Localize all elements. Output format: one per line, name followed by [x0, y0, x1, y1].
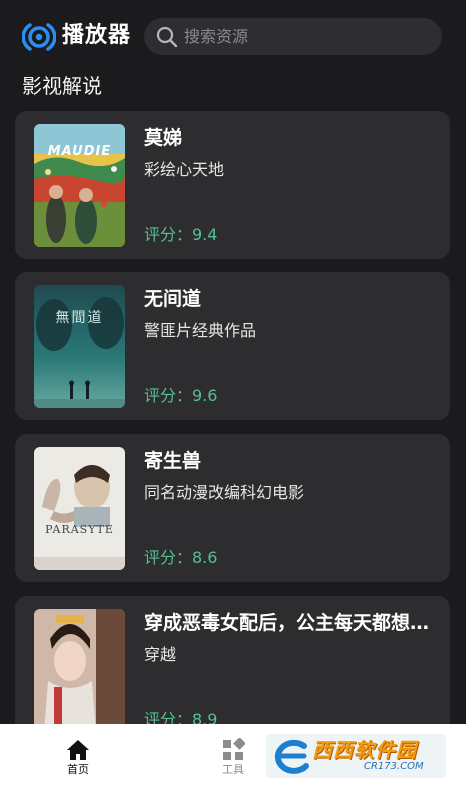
video-card[interactable]: PARASYTE 寄生兽 同名动漫改编科幻电影 评分：8.6 [15, 434, 450, 582]
card-title: 莫娣 [144, 127, 183, 149]
search-placeholder: 搜索资源 [184, 27, 249, 46]
watermark-e-icon [274, 739, 309, 774]
section-title: 影视解说 [22, 74, 102, 98]
home-icon [67, 740, 89, 760]
card-title: 穿成恶毒女配后，公主每天都想… [144, 612, 430, 634]
search-input[interactable]: 搜索资源 [144, 18, 442, 55]
app-title: 播放器 [62, 23, 132, 48]
tab-home-label: 首页 [67, 763, 89, 776]
tab-tools[interactable]: 工具 [193, 724, 273, 788]
card-title: 寄生兽 [144, 450, 202, 472]
card-description: 警匪片经典作品 [144, 321, 257, 340]
card-score: 评分：9.6 [144, 386, 218, 405]
card-title: 无间道 [144, 288, 202, 310]
poster-title: PARASYTE [45, 523, 114, 536]
card-description: 同名动漫改编科幻电影 [144, 483, 305, 502]
poster-title: MAUDIE [47, 144, 112, 159]
card-score: 评分：9.4 [144, 225, 218, 244]
video-card[interactable]: 穿成恶毒女配后，公主每天都想… 穿越 评分：8.9 [15, 596, 450, 744]
poster-image: MAUDIE [34, 124, 125, 247]
poster-image [34, 609, 125, 732]
poster-image: 無間道 [34, 285, 125, 408]
card-score: 评分：8.6 [144, 548, 218, 567]
app-logo-icon [22, 23, 56, 51]
card-description: 彩绘心天地 [144, 160, 225, 179]
poster-title: 無間道 [55, 310, 104, 326]
search-icon [156, 26, 178, 48]
watermark-text: 西西软件园 [312, 738, 417, 762]
tab-home[interactable]: 首页 [38, 724, 118, 788]
watermark-url: CR173.COM [364, 761, 424, 772]
grid-icon [223, 738, 245, 760]
app-header: 播放器 搜索资源 [0, 0, 466, 70]
video-card[interactable]: MAUDIE 莫娣 彩绘心天地 评分：9.4 [15, 111, 450, 259]
watermark-logo: 西西软件园 CR173.COM [266, 734, 446, 778]
tab-tools-label: 工具 [222, 763, 244, 776]
poster-image: PARASYTE [34, 447, 125, 570]
video-card[interactable]: 無間道 无间道 警匪片经典作品 评分：9.6 [15, 272, 450, 420]
card-description: 穿越 [144, 645, 177, 664]
